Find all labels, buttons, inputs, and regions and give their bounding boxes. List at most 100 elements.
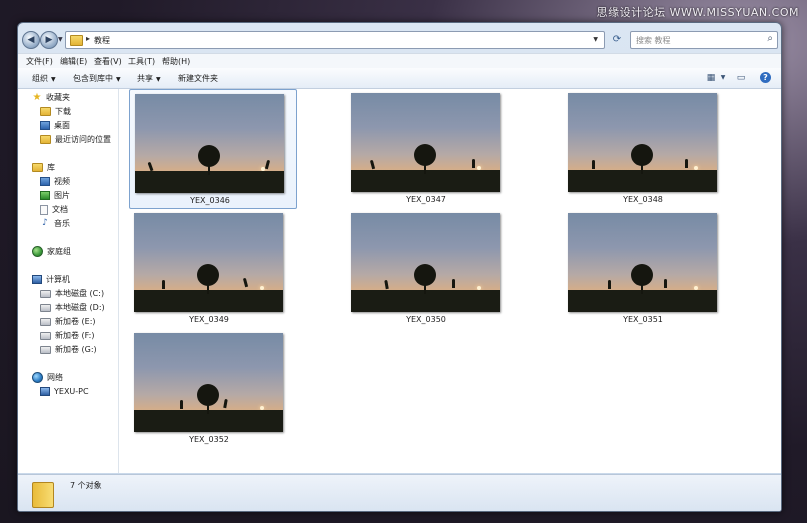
- sidebar-item-recent-places[interactable]: 最近访问的位置: [40, 133, 111, 146]
- video-icon: [40, 177, 50, 186]
- photo-thumbnail: [135, 94, 284, 193]
- sidebar-item-label: 新加卷 (E:): [55, 317, 96, 326]
- forward-button[interactable]: ▶: [40, 31, 58, 49]
- picture-icon: [40, 191, 50, 200]
- file-name: YEX_0349: [189, 315, 229, 324]
- runner-figure: [472, 159, 475, 168]
- sidebar-item-label: 视频: [54, 177, 70, 186]
- photo-thumbnail: [568, 93, 717, 192]
- file-name: YEX_0347: [406, 195, 446, 204]
- share-label: 共享: [137, 74, 153, 83]
- file-item[interactable]: YEX_0348: [563, 89, 729, 207]
- sidebar-item-videos[interactable]: 视频: [40, 175, 70, 188]
- runner-figure: [664, 279, 667, 288]
- tree-trunk: [424, 280, 426, 294]
- photo-thumbnail: [351, 213, 500, 312]
- new-folder-button[interactable]: 新建文件夹: [178, 73, 218, 84]
- computer-icon: [32, 275, 42, 284]
- tree-trunk: [424, 160, 426, 174]
- view-options-dropdown-icon[interactable]: ▼: [716, 72, 730, 83]
- hard-drive-icon: [40, 331, 51, 340]
- include-in-library-label: 包含到库中: [73, 74, 113, 83]
- music-note-icon: ♪: [42, 218, 48, 228]
- sidebar-item-label: 本地磁盘 (C:): [55, 289, 105, 298]
- sidebar-item-network[interactable]: 网络: [32, 371, 63, 384]
- tree-trunk: [641, 280, 643, 294]
- share-button[interactable]: 共享 ▼: [137, 73, 161, 84]
- sidebar-item-libraries[interactable]: 库: [32, 161, 55, 174]
- hard-drive-icon: [40, 317, 51, 326]
- refresh-button[interactable]: ⟳: [609, 31, 625, 47]
- breadcrumb-separator-icon[interactable]: ▸: [86, 34, 90, 43]
- command-bar: 组织 ▼ 包含到库中 ▼ 共享 ▼ 新建文件夹 ▦ ▼ ▭ ?: [18, 68, 781, 89]
- back-button[interactable]: ◀: [22, 31, 40, 49]
- sidebar-item-pictures[interactable]: 图片: [40, 189, 70, 202]
- search-icon[interactable]: ⌕: [767, 33, 773, 44]
- runner-figure: [608, 280, 611, 289]
- include-in-library-button[interactable]: 包含到库中 ▼: [73, 73, 121, 84]
- navigation-pane: ★ 收藏夹 下载 桌面 最近访问的位置 库 视频 图片 文档 ♪ 音乐 家庭组: [18, 89, 119, 473]
- file-name: YEX_0346: [190, 196, 230, 205]
- sidebar-item-label: 图片: [54, 191, 70, 200]
- sidebar-item-downloads[interactable]: 下载: [40, 105, 71, 118]
- sidebar-item-music[interactable]: ♪ 音乐: [40, 217, 70, 230]
- preview-pane-icon[interactable]: ▭: [734, 72, 748, 83]
- sidebar-item-label: 新加卷 (F:): [55, 331, 95, 340]
- sidebar-item-computer[interactable]: 计算机: [32, 273, 70, 286]
- sidebar-item-label: YEXU-PC: [54, 387, 89, 396]
- breadcrumb-current-folder[interactable]: 教程: [94, 35, 110, 46]
- sidebar-item-drive-d[interactable]: 本地磁盘 (D:): [40, 301, 105, 314]
- file-name: YEX_0351: [623, 315, 663, 324]
- status-bar: 7 个对象: [18, 474, 781, 511]
- explorer-window: ◀ ▶ ▼ ▸ 教程 ▼ ⟳ 搜索 教程 ⌕ 文件(F) 编辑(E) 查看(V)…: [17, 22, 782, 512]
- file-item[interactable]: YEX_0347: [346, 89, 512, 207]
- organize-label: 组织: [32, 74, 48, 83]
- address-bar[interactable]: ▸ 教程 ▼: [65, 31, 605, 49]
- runner-figure: [162, 280, 165, 289]
- organize-button[interactable]: 组织 ▼: [32, 73, 56, 84]
- menu-file[interactable]: 文件(F): [26, 56, 53, 67]
- sidebar-item-label: 音乐: [54, 219, 70, 228]
- photo-thumbnail: [134, 213, 283, 312]
- sidebar-item-homegroup[interactable]: 家庭组: [32, 245, 71, 258]
- help-icon[interactable]: ?: [760, 72, 771, 83]
- menu-edit[interactable]: 编辑(E): [60, 56, 87, 67]
- file-name: YEX_0350: [406, 315, 446, 324]
- sidebar-item-label: 收藏夹: [46, 93, 70, 102]
- menu-tools[interactable]: 工具(T): [128, 56, 155, 67]
- address-dropdown-icon[interactable]: ▼: [593, 36, 598, 43]
- sidebar-item-drive-e[interactable]: 新加卷 (E:): [40, 315, 96, 328]
- sidebar-item-documents[interactable]: 文档: [40, 203, 68, 216]
- library-icon: [32, 163, 43, 172]
- item-count: 7 个对象: [70, 481, 102, 490]
- file-item[interactable]: YEX_0349: [129, 209, 295, 327]
- file-list-pane: YEX_0346 YEX_0347 YEX_0348 YEX_0349 YEX_…: [119, 89, 781, 473]
- file-item[interactable]: YEX_0346: [129, 89, 297, 209]
- menu-bar: 文件(F) 编辑(E) 查看(V) 工具(T) 帮助(H): [18, 53, 781, 69]
- network-computer-icon: [40, 387, 50, 396]
- sidebar-item-drive-f[interactable]: 新加卷 (F:): [40, 329, 94, 342]
- menu-help[interactable]: 帮助(H): [162, 56, 190, 67]
- search-input[interactable]: 搜索 教程 ⌕: [630, 31, 778, 49]
- file-item[interactable]: YEX_0350: [346, 209, 512, 327]
- sidebar-item-drive-c[interactable]: 本地磁盘 (C:): [40, 287, 104, 300]
- recent-places-icon: [40, 135, 51, 144]
- navigation-row: ◀ ▶ ▼ ▸ 教程 ▼ ⟳ 搜索 教程 ⌕: [18, 27, 781, 51]
- sidebar-item-label: 网络: [47, 373, 63, 382]
- recent-pages-dropdown[interactable]: ▼: [58, 36, 63, 43]
- sidebar-item-desktop[interactable]: 桌面: [40, 119, 70, 132]
- file-item[interactable]: YEX_0351: [563, 209, 729, 327]
- sidebar-item-favorites[interactable]: ★ 收藏夹: [32, 91, 70, 104]
- sidebar-item-yexu-pc[interactable]: YEXU-PC: [40, 385, 89, 398]
- sidebar-item-label: 下载: [55, 107, 71, 116]
- sidebar-item-drive-g[interactable]: 新加卷 (G:): [40, 343, 97, 356]
- file-item[interactable]: YEX_0352: [129, 329, 295, 447]
- tree-trunk: [207, 400, 209, 414]
- network-icon: [32, 372, 43, 383]
- hard-drive-icon: [40, 303, 51, 312]
- menu-view[interactable]: 查看(V): [94, 56, 122, 67]
- sidebar-item-label: 本地磁盘 (D:): [55, 303, 105, 312]
- sidebar-item-label: 文档: [52, 205, 68, 214]
- photo-thumbnail: [568, 213, 717, 312]
- runner-figure: [685, 159, 688, 168]
